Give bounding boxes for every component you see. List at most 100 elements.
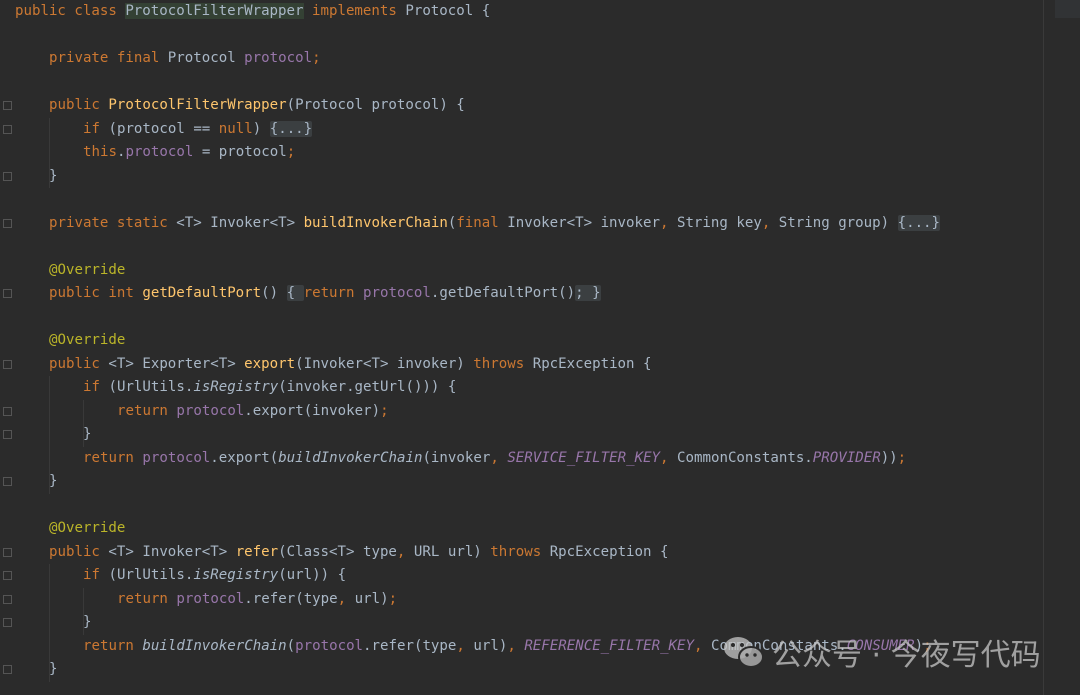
code-line[interactable]: return protocol.export(buildInvokerChain… xyxy=(83,447,906,471)
watermark: 公众号 · 今夜写代码 xyxy=(722,630,1041,674)
code-token: if xyxy=(83,379,109,395)
code-token: url) xyxy=(473,637,508,654)
watermark-text: 公众号 · 今夜写代码 xyxy=(772,638,1041,673)
code-token: <T> Invoker<T> xyxy=(108,543,236,560)
code-token: } xyxy=(83,426,92,442)
indent-guide xyxy=(83,399,84,447)
code-token: (Class<T> type xyxy=(278,543,397,560)
scrollbar-corner[interactable] xyxy=(1055,0,1080,18)
code-token: )) xyxy=(880,449,898,466)
code-token: } xyxy=(83,614,92,630)
code-line[interactable]: return protocol.refer(type, url); xyxy=(117,588,397,612)
code-line[interactable]: public ProtocolFilterWrapper(Protocol pr… xyxy=(49,94,465,118)
code-line[interactable]: public <T> Exporter<T> export(Invoker<T>… xyxy=(49,353,652,377)
code-token: , xyxy=(694,637,711,654)
code-token: (Invoker<T> invoker) xyxy=(295,355,474,372)
code-line[interactable]: if (protocol == null) {...} xyxy=(83,118,313,142)
fold-marker-icon[interactable] xyxy=(3,665,12,674)
code-token: @Override xyxy=(49,520,126,536)
code-token: return xyxy=(83,449,143,466)
code-line[interactable]: } xyxy=(49,165,58,189)
code-token: public int xyxy=(49,285,143,301)
code-token: protocol xyxy=(363,285,431,301)
fold-marker-icon[interactable] xyxy=(3,547,12,557)
code-token: ( xyxy=(286,637,296,654)
folded-code-region[interactable]: { xyxy=(286,285,304,301)
code-line[interactable]: } xyxy=(83,611,92,635)
code-token: @Override xyxy=(49,261,126,278)
code-token: ; xyxy=(286,144,296,160)
fold-marker-icon[interactable] xyxy=(3,289,12,298)
code-line[interactable]: } xyxy=(49,658,58,682)
code-token: protocol xyxy=(295,637,364,654)
code-line[interactable]: public class ProtocolFilterWrapper imple… xyxy=(15,0,490,24)
code-token: getDefaultPort xyxy=(142,285,262,301)
code-token: .refer(type xyxy=(363,637,457,654)
folded-code-region[interactable]: {...} xyxy=(897,214,941,231)
code-line[interactable]: public int getDefaultPort() { return pro… xyxy=(49,282,601,306)
code-token: String group) xyxy=(778,214,898,231)
code-token: refer xyxy=(235,543,279,560)
code-token: , xyxy=(396,543,414,560)
code-token: ; xyxy=(388,590,398,607)
code-token: Protocol xyxy=(167,50,245,66)
fold-marker-icon[interactable] xyxy=(3,218,12,228)
code-token: buildInvokerChain xyxy=(303,214,448,231)
code-line[interactable]: @Override xyxy=(49,259,125,283)
code-token: protocol xyxy=(142,449,211,466)
fold-marker-icon[interactable] xyxy=(3,571,12,580)
code-line[interactable]: private final Protocol protocol; xyxy=(49,47,321,71)
code-line[interactable]: public <T> Invoker<T> refer(Class<T> typ… xyxy=(49,541,668,565)
code-token: , xyxy=(337,590,355,607)
folded-code-region[interactable]: {...} xyxy=(269,120,313,137)
indent-guide xyxy=(49,117,50,188)
fold-marker-icon[interactable] xyxy=(3,618,12,627)
code-line[interactable]: return protocol.export(invoker); xyxy=(117,400,389,424)
code-line[interactable]: } xyxy=(83,423,92,447)
code-line[interactable]: this.protocol = protocol; xyxy=(83,141,295,165)
code-line[interactable]: if (UrlUtils.isRegistry(url)) { xyxy=(83,564,346,588)
fold-marker-icon[interactable] xyxy=(3,101,12,110)
code-token: if xyxy=(83,567,109,583)
code-line[interactable]: private static <T> Invoker<T> buildInvok… xyxy=(49,212,941,236)
code-token: URL url) xyxy=(413,543,491,560)
fold-marker-icon[interactable] xyxy=(3,359,12,369)
wechat-icon xyxy=(724,637,764,668)
code-token: } xyxy=(49,661,58,677)
code-token: SERVICE_FILTER_KEY xyxy=(507,449,661,466)
code-token: if xyxy=(83,120,109,137)
code-token: ProtocolFilterWrapper xyxy=(108,97,287,113)
fold-marker-icon[interactable] xyxy=(3,406,12,416)
code-token: buildInvokerChain xyxy=(278,449,423,466)
code-token: (invoker xyxy=(422,449,491,466)
code-token: .getDefaultPort() xyxy=(430,285,576,301)
fold-marker-icon[interactable] xyxy=(3,477,12,486)
code-token: .export(invoker) xyxy=(244,402,381,419)
code-token: return xyxy=(117,402,177,419)
code-token: ; xyxy=(312,50,321,66)
code-token: @Override xyxy=(49,332,126,348)
code-line[interactable]: if (UrlUtils.isRegistry(invoker.getUrl()… xyxy=(83,376,456,400)
code-token: = protocol xyxy=(193,144,287,160)
code-token: export xyxy=(244,355,296,372)
code-line[interactable]: } xyxy=(49,470,58,494)
right-margin-guide xyxy=(1043,0,1044,695)
code-token: , xyxy=(659,214,677,231)
code-token: (UrlUtils. xyxy=(108,379,194,395)
code-token: , xyxy=(456,637,474,654)
code-token: } xyxy=(49,473,58,489)
code-token: protocol xyxy=(176,402,245,419)
fold-marker-icon[interactable] xyxy=(3,430,12,439)
code-token: public class xyxy=(15,3,126,19)
code-line[interactable]: @Override xyxy=(49,517,125,541)
indent-guide xyxy=(49,376,50,494)
fold-marker-icon[interactable] xyxy=(3,124,12,134)
code-token: protocol xyxy=(244,50,313,66)
code-token: (Protocol protocol) { xyxy=(286,97,465,113)
code-token: RpcException { xyxy=(532,355,652,372)
fold-marker-icon[interactable] xyxy=(3,171,12,181)
fold-marker-icon[interactable] xyxy=(3,594,12,604)
code-line[interactable]: @Override xyxy=(49,329,125,353)
code-token: buildInvokerChain xyxy=(142,637,287,654)
folded-code-region[interactable]: ; } xyxy=(575,285,601,301)
